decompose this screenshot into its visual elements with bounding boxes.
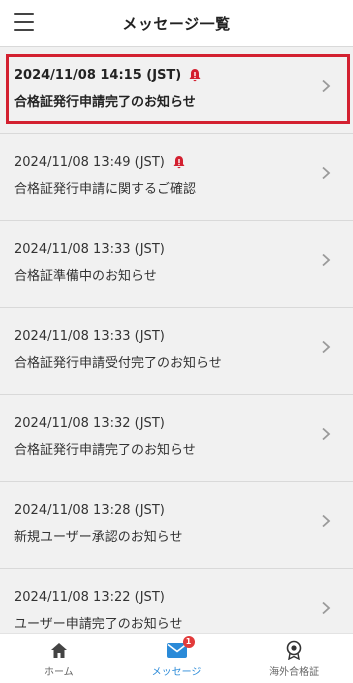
unread-count-badge: 1 — [182, 636, 195, 648]
message-item[interactable]: 2024/11/08 13:49 (JST) 合格証発行申請に関するご確認 — [0, 133, 353, 220]
tab-messages-label: メッセージ — [151, 667, 202, 678]
message-subject: 新規ユーザー承認のお知らせ — [14, 530, 183, 545]
message-timestamp: 2024/11/08 13:22 (JST) — [14, 589, 165, 605]
message-timestamp: 2024/11/08 13:32 (JST) — [14, 415, 165, 431]
message-timestamp: 2024/11/08 14:15 (JST) — [14, 67, 182, 83]
message-subject: 合格証発行申請完了のお知らせ — [14, 443, 196, 458]
message-list: 2024/11/08 14:15 (JST) 合格証発行申請完了のお知らせ 20… — [0, 46, 353, 633]
tab-home[interactable]: ホーム — [0, 634, 118, 683]
chevron-right-icon — [319, 600, 333, 615]
message-item[interactable]: 2024/11/08 13:28 (JST) 新規ユーザー承認のお知らせ — [0, 481, 353, 568]
bell-icon — [189, 68, 201, 81]
chevron-right-icon — [319, 165, 333, 180]
message-item[interactable]: 2024/11/08 13:32 (JST) 合格証発行申請完了のお知らせ — [0, 394, 353, 481]
tab-messages[interactable]: 1 メッセージ — [118, 634, 236, 683]
message-subject: 合格証発行申請受付完了のお知らせ — [14, 356, 222, 371]
message-subject: 合格証準備中のお知らせ — [14, 269, 157, 284]
bottom-navigation: ホーム 1 メッセージ 海外合格証 — [0, 633, 353, 683]
app-header: メッセージ一覧 — [0, 0, 353, 46]
message-timestamp: 2024/11/08 13:49 (JST) — [14, 154, 165, 170]
hamburger-menu-icon[interactable] — [14, 13, 34, 31]
message-item[interactable]: 2024/11/08 13:22 (JST) ユーザー申請完了のお知らせ — [0, 568, 353, 633]
message-item[interactable]: 2024/11/08 13:33 (JST) 合格証準備中のお知らせ — [0, 220, 353, 307]
chevron-right-icon — [319, 513, 333, 528]
message-subject: 合格証発行申請完了のお知らせ — [14, 95, 196, 110]
page-title: メッセージ一覧 — [122, 14, 231, 33]
message-subject: 合格証発行申請に関するご確認 — [14, 182, 197, 197]
certificate-badge-icon — [282, 640, 306, 660]
tab-certificate-label: 海外合格証 — [269, 667, 320, 678]
chevron-right-icon — [319, 426, 333, 441]
message-timestamp: 2024/11/08 13:33 (JST) — [14, 241, 165, 257]
chevron-right-icon — [319, 78, 333, 93]
chevron-right-icon — [319, 252, 333, 267]
tab-home-label: ホーム — [43, 667, 74, 678]
message-timestamp: 2024/11/08 13:33 (JST) — [14, 328, 165, 344]
home-icon — [47, 640, 71, 660]
bell-icon — [173, 155, 185, 168]
message-subject: ユーザー申請完了のお知らせ — [14, 617, 183, 632]
chevron-right-icon — [319, 339, 333, 354]
message-item[interactable]: 2024/11/08 14:15 (JST) 合格証発行申請完了のお知らせ — [0, 46, 353, 133]
message-item[interactable]: 2024/11/08 13:33 (JST) 合格証発行申請受付完了のお知らせ — [0, 307, 353, 394]
tab-certificate[interactable]: 海外合格証 — [235, 634, 353, 683]
message-timestamp: 2024/11/08 13:28 (JST) — [14, 502, 165, 518]
mail-icon: 1 — [165, 636, 195, 660]
